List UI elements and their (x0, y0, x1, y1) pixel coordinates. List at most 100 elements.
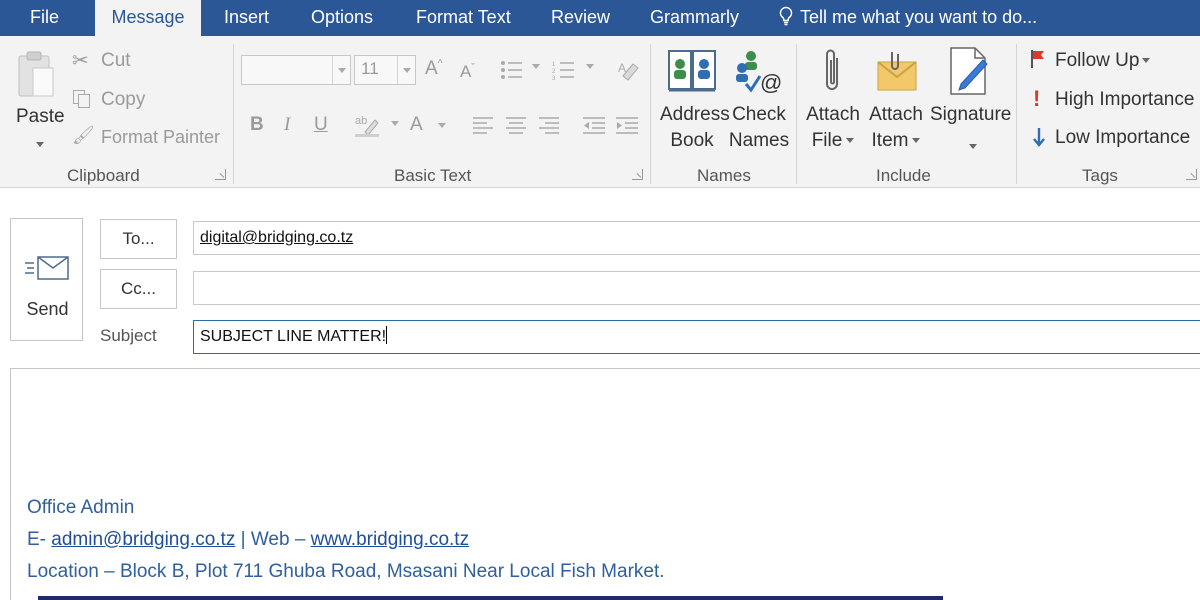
tags-launcher-icon[interactable] (1186, 169, 1197, 180)
tab-message[interactable]: Message (95, 0, 201, 37)
ribbon-tab-bar: File Message Insert Options Format Text … (0, 0, 1200, 37)
cut-button[interactable]: ✂ Cut (72, 48, 142, 74)
signature-button[interactable]: Signature (930, 44, 1012, 162)
attach-item-label: Attach Item (869, 104, 923, 151)
font-color-label: A (410, 114, 423, 135)
svg-text:A: A (618, 61, 626, 75)
chevron-down-icon (397, 56, 415, 84)
underline-button[interactable]: U (314, 114, 328, 136)
copy-button[interactable]: Copy (72, 87, 152, 113)
svg-text:ab: ab (355, 115, 367, 127)
font-color-button[interactable]: A (410, 112, 450, 140)
align-center-button[interactable] (505, 116, 527, 139)
ribbon: Paste ✂ Cut Copy 🖌 Format Painter Clipbo… (0, 36, 1200, 188)
decrease-indent-icon (583, 117, 605, 134)
names-group-label: Names (697, 166, 751, 185)
signature-contact-line: E- admin@bridging.co.tz | Web – www.brid… (27, 529, 469, 551)
attach-item-button[interactable]: Attach Item (866, 44, 926, 162)
increase-indent-button[interactable] (615, 116, 639, 139)
exclamation-icon: ! (1033, 86, 1041, 111)
basic-text-group-label: Basic Text (394, 166, 472, 185)
signature-pen-icon (950, 47, 988, 95)
flag-icon (1031, 50, 1044, 68)
bullet-list-icon (501, 61, 522, 79)
chevron-down-icon (1142, 58, 1150, 63)
highlighter-icon: ab (355, 115, 379, 137)
address-book-label: Address Book (660, 104, 730, 151)
svg-text:1: 1 (552, 62, 556, 68)
tab-review[interactable]: Review (551, 0, 610, 36)
scissors-icon: ✂ (72, 50, 89, 72)
chevron-down-icon (36, 142, 44, 147)
svg-text:@: @ (760, 70, 782, 95)
email-prefix: E- (27, 529, 52, 550)
down-arrow-icon (1033, 128, 1045, 147)
tab-file[interactable]: File (30, 0, 59, 36)
font-name-dropdown[interactable] (241, 55, 351, 85)
high-importance-button[interactable]: ! High Importance (1030, 86, 1200, 113)
subject-text: SUBJECT LINE MATTER! (200, 328, 387, 345)
increase-indent-icon (616, 117, 638, 134)
email-link[interactable]: admin@bridging.co.tz (51, 529, 235, 550)
align-left-button[interactable] (472, 116, 494, 139)
copy-label: Copy (101, 89, 146, 110)
send-envelope-icon (25, 256, 69, 280)
format-painter-button[interactable]: 🖌 Format Painter (72, 125, 222, 151)
basic-text-launcher-icon[interactable] (632, 169, 643, 180)
check-names-label: Check Names (728, 104, 790, 151)
lightbulb-icon (779, 6, 793, 26)
web-link[interactable]: www.bridging.co.tz (311, 529, 469, 550)
grow-font-button[interactable]: A^ (425, 58, 442, 80)
signature-label: Signature (930, 104, 1012, 125)
signature-location: Location – Block B, Plot 711 Ghuba Road,… (27, 561, 665, 582)
follow-up-button[interactable]: Follow Up (1030, 48, 1190, 74)
subject-field[interactable]: SUBJECT LINE MATTER! (193, 320, 1200, 354)
decrease-indent-button[interactable] (582, 116, 606, 139)
shrink-font-label: A (460, 62, 472, 81)
clipboard-icon (18, 51, 54, 97)
text-cursor (386, 326, 388, 344)
numbering-button[interactable]: 1 2 3 (552, 60, 594, 82)
attach-file-label: Attach File (806, 104, 860, 151)
clear-formatting-button[interactable]: A (617, 58, 643, 84)
bullets-button[interactable] (500, 60, 540, 82)
tab-grammarly[interactable]: Grammarly (650, 0, 739, 36)
tab-options[interactable]: Options (311, 0, 373, 36)
tell-me-search[interactable]: Tell me what you want to do... (778, 0, 1037, 36)
attach-file-button[interactable]: Attach File (804, 44, 862, 162)
chevron-down-icon (391, 121, 399, 126)
shrink-font-button[interactable]: Aˇ (460, 62, 475, 82)
clipboard-launcher-icon[interactable] (215, 169, 226, 180)
divider (233, 44, 234, 184)
check-names-button[interactable]: @ Check Names (728, 44, 790, 162)
paste-button[interactable]: Paste (10, 46, 65, 156)
divider (650, 44, 651, 184)
low-importance-button[interactable]: Low Importance (1030, 125, 1200, 151)
high-importance-label: High Importance (1055, 89, 1195, 110)
cc-field[interactable] (193, 271, 1200, 305)
font-size-dropdown[interactable]: 11 (354, 55, 416, 85)
highlight-button[interactable]: ab (355, 112, 399, 140)
svg-text:2: 2 (552, 69, 556, 75)
chevron-down-icon (969, 144, 977, 149)
tab-insert[interactable]: Insert (224, 0, 269, 36)
bold-button[interactable]: B (250, 114, 264, 136)
align-right-button[interactable] (538, 116, 560, 139)
grow-font-label: A (425, 58, 438, 79)
address-book-icon (668, 50, 716, 92)
italic-button[interactable]: I (284, 114, 290, 136)
to-field[interactable]: digital@bridging.co.tz (193, 221, 1200, 255)
envelope-attach-icon (877, 52, 917, 91)
address-book-button[interactable]: Address Book (658, 44, 730, 162)
to-button[interactable]: To... (100, 219, 177, 259)
to-recipient: digital@bridging.co.tz (200, 229, 354, 246)
cut-label: Cut (101, 50, 131, 71)
tab-format-text[interactable]: Format Text (416, 0, 511, 36)
low-importance-label: Low Importance (1055, 127, 1191, 148)
send-button[interactable]: Send (10, 218, 83, 341)
check-names-icon: @ (736, 51, 782, 95)
cc-button[interactable]: Cc... (100, 269, 177, 309)
clipboard-group-label: Clipboard (67, 166, 140, 185)
signature-name: Office Admin (27, 497, 135, 518)
chevron-down-icon (586, 64, 594, 69)
